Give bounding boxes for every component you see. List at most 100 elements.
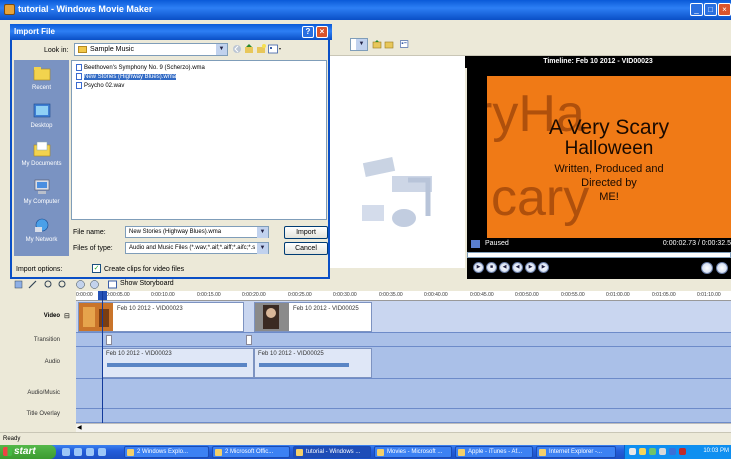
set-audio-levels-icon[interactable] — [14, 280, 23, 289]
internet-explorer-icon — [539, 449, 546, 456]
playback-status: Paused — [485, 240, 509, 247]
video-frame: ryHa cary A Very Scary Halloween Written… — [487, 76, 731, 238]
task-button[interactable]: Apple - iTunes - Af... — [455, 446, 533, 458]
tray-icon[interactable] — [649, 448, 656, 455]
dialog-close-button[interactable]: × — [316, 26, 328, 38]
file-item[interactable]: Psycho 02.wav — [76, 82, 124, 91]
preview-screen: ryHa cary A Very Scary Halloween Written… — [467, 68, 731, 294]
maximize-button[interactable]: □ — [704, 3, 717, 16]
transition-marker[interactable] — [106, 335, 112, 345]
create-new-folder-icon[interactable] — [256, 44, 266, 54]
zoom-out-icon[interactable] — [58, 280, 67, 289]
place-label: My Network — [25, 237, 58, 243]
track-label-video: Video — [43, 313, 60, 319]
close-button[interactable]: × — [718, 3, 731, 16]
play-timeline-icon[interactable] — [90, 280, 99, 289]
storyboard-icon[interactable] — [108, 280, 117, 289]
audio-clip[interactable]: Feb 10 2012 - VID00025 — [254, 348, 372, 378]
take-picture-icon[interactable] — [716, 262, 728, 274]
task-button-active[interactable]: tutorial - Windows ... — [293, 446, 371, 458]
rewind-icon[interactable]: ◀ — [512, 262, 523, 273]
stop-icon[interactable]: ■ — [486, 262, 497, 273]
start-label: start — [14, 446, 36, 457]
clip-label: Feb 10 2012 - VID00025 — [293, 306, 359, 312]
file-list: Beethoven's Symphony No. 9 (Scherzo).wma… — [71, 60, 327, 220]
ruler-tick: 0:00:20.00 — [242, 292, 266, 298]
task-button[interactable]: Movies - Microsoft ... — [374, 446, 452, 458]
status-bar: Ready — [0, 432, 731, 445]
create-clips-checkbox[interactable]: ✓ — [92, 264, 101, 273]
collapse-video-icon[interactable]: ⊟ — [64, 312, 70, 320]
file-name-input[interactable]: New Stories (Highway Blues).wma ▼ — [125, 226, 269, 238]
audio-clip[interactable]: Feb 10 2012 - VID00023 — [102, 348, 254, 378]
timeline-scrollbar[interactable]: ◀ — [76, 423, 731, 432]
show-storyboard-link[interactable]: Show Storyboard — [120, 280, 174, 287]
audio-file-icon — [76, 73, 82, 80]
main-title-bar[interactable]: tutorial - Windows Movie Maker _ □ × — [0, 0, 731, 20]
import-button[interactable]: Import — [284, 226, 328, 239]
ruler-tick: 0:00:05.00 — [106, 292, 130, 298]
zoom-in-icon[interactable] — [44, 280, 53, 289]
tray-icon[interactable] — [629, 448, 636, 455]
file-type-dropdown[interactable]: Audio and Music Files (*.wav;*.aif;*.aif… — [125, 242, 269, 254]
place-my-network[interactable]: My Network — [14, 214, 69, 252]
place-my-documents[interactable]: My Documents — [14, 138, 69, 176]
view-menu-icon[interactable] — [268, 44, 282, 54]
start-button[interactable]: start — [0, 445, 56, 459]
previous-frame-icon[interactable]: ◀ — [499, 262, 510, 273]
rewind-timeline-icon[interactable] — [76, 280, 85, 289]
tray-icon[interactable] — [679, 448, 686, 455]
file-item[interactable]: Beethoven's Symphony No. 9 (Scherzo).wma — [76, 64, 205, 73]
tray-icon[interactable] — [639, 448, 646, 455]
minimize-button[interactable]: _ — [690, 3, 703, 16]
place-recent[interactable]: Recent — [14, 62, 69, 100]
scroll-left-icon[interactable]: ◀ — [77, 424, 85, 432]
up-one-level-icon[interactable] — [244, 44, 254, 54]
quick-launch-icon[interactable] — [86, 448, 94, 456]
tray-icon[interactable] — [659, 448, 666, 455]
preview-title: Timeline: Feb 10 2012 - VID00023 — [465, 56, 731, 68]
dialog-title-bar[interactable]: Import File ? × — [10, 24, 332, 40]
views-icon[interactable] — [400, 39, 410, 49]
timeline-tracks[interactable]: Feb 10 2012 - VID00023 Feb 10 2012 - VID… — [76, 301, 731, 431]
play-icon[interactable]: ▶ — [473, 262, 484, 273]
quick-launch-icon[interactable] — [62, 448, 70, 456]
collections-dropdown[interactable]: ▼ — [350, 38, 368, 51]
cancel-button[interactable]: Cancel — [284, 242, 328, 255]
new-folder-icon[interactable] — [384, 39, 394, 49]
movie-maker-icon — [296, 449, 303, 456]
playhead-line[interactable] — [102, 291, 103, 431]
back-icon[interactable] — [232, 44, 242, 54]
forward-icon[interactable]: ▶ — [525, 262, 536, 273]
taskbar: start 2 Windows Explo... 2 Microsoft Off… — [0, 445, 731, 459]
help-button[interactable]: ? — [302, 26, 314, 38]
quick-launch-icon[interactable] — [98, 448, 106, 456]
split-clip-icon[interactable] — [701, 262, 713, 274]
place-my-computer[interactable]: My Computer — [14, 176, 69, 214]
timeline-toolbar: Show Storyboard — [0, 279, 731, 291]
title-overlay-track[interactable] — [76, 409, 731, 423]
task-button[interactable]: Internet Explorer -... — [536, 446, 616, 458]
frame-line-5: ME! — [599, 191, 619, 203]
up-folder-icon[interactable] — [372, 39, 382, 49]
collections-toolbar: ▼ — [330, 34, 731, 56]
quick-launch-icon[interactable] — [74, 448, 82, 456]
video-clip[interactable]: Feb 10 2012 - VID00025 — [254, 302, 372, 332]
place-desktop[interactable]: Desktop — [14, 100, 69, 138]
look-in-dropdown[interactable]: Sample Music ▼ — [74, 43, 228, 56]
audio-music-track[interactable] — [76, 379, 731, 409]
narrate-icon[interactable] — [28, 280, 37, 289]
seek-bar[interactable] — [467, 252, 731, 258]
transition-track[interactable] — [76, 333, 731, 347]
tray-icon[interactable] — [669, 448, 676, 455]
file-type-value: Audio and Music Files (*.wav;*.aif;*.aif… — [129, 245, 256, 251]
place-label: My Documents — [21, 161, 62, 167]
explorer-folder-icon — [127, 449, 134, 456]
timeline-ruler[interactable]: 0:00:00 0:00:05.00 0:00:10.00 0:00:15.00… — [76, 291, 731, 301]
task-label: Internet Explorer -... — [549, 449, 603, 455]
transition-marker[interactable] — [246, 335, 252, 345]
file-item-selected[interactable]: New Stories (Highway Blues).wma — [76, 73, 177, 82]
task-button[interactable]: 2 Microsoft Offic... — [212, 446, 290, 458]
task-button[interactable]: 2 Windows Explo... — [124, 446, 209, 458]
next-frame-icon[interactable]: ▶ — [538, 262, 549, 273]
